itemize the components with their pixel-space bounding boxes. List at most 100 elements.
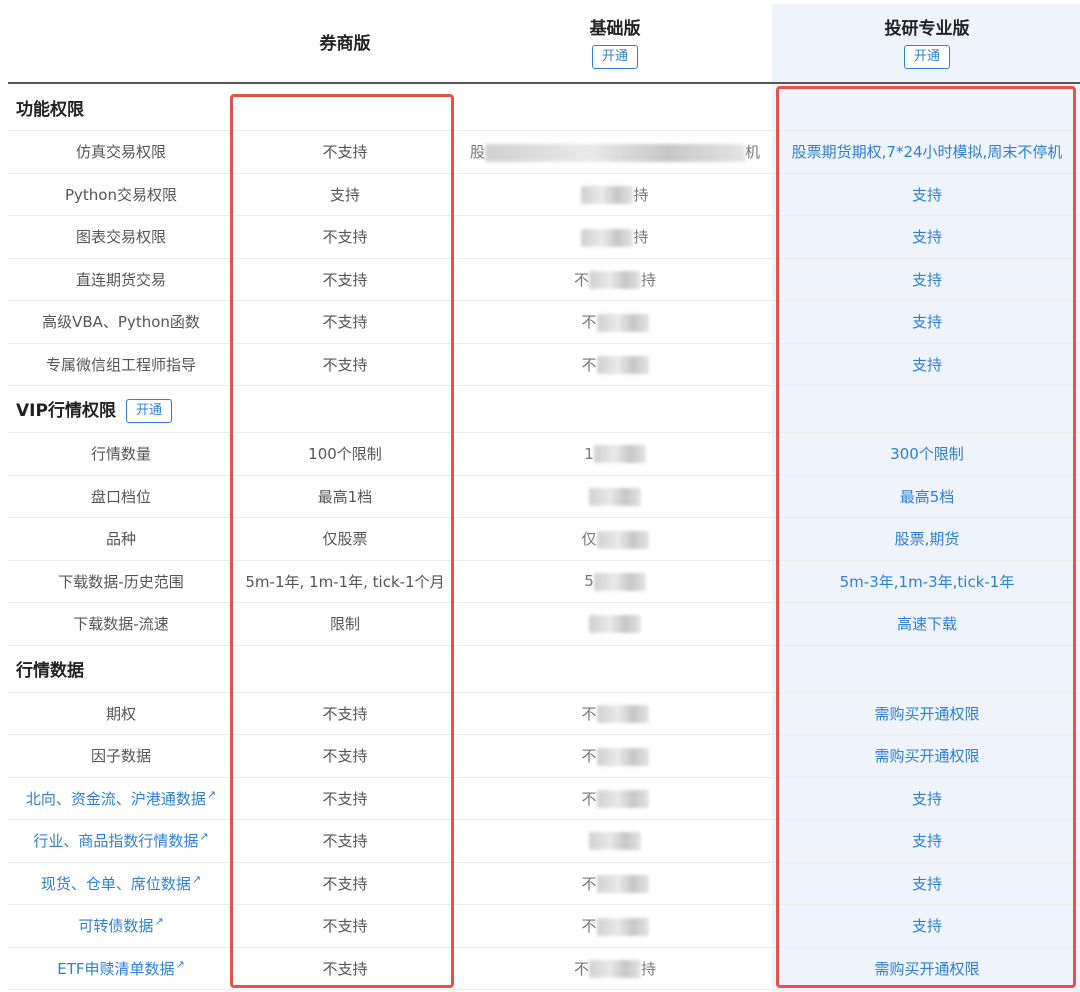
basic-value-blurred: 不 [456, 862, 774, 905]
pro-value: 支持 [774, 819, 1080, 863]
feature-cell: 图表交易权限 [8, 215, 234, 259]
feature-cell[interactable]: ETF申赎清单数据↗ [8, 947, 234, 990]
section-title: 功能权限 [16, 99, 84, 120]
basic-value-head: 不 [581, 355, 597, 374]
feature-label: 专属微信组工程师指导 [45, 355, 196, 374]
broker-value: 不支持 [234, 692, 456, 735]
feature-cell[interactable]: 现货、仓单、席位数据↗ [8, 862, 234, 905]
feature-label: Python交易权限 [65, 185, 177, 204]
header-feature-col [8, 0, 234, 84]
table-row: 北向、资金流、沪港通数据↗ 不支持不支持 [8, 777, 1080, 820]
feature-cell: 直连期货交易 [8, 258, 234, 301]
basic-value-tail: 持 [641, 959, 657, 978]
feature-cell[interactable]: 北向、资金流、沪港通数据↗ [8, 777, 234, 820]
redaction-blur [596, 790, 649, 809]
table-row: 可转债数据↗ 不支持不支持 [8, 904, 1080, 948]
feature-cell: 盘口档位 [8, 475, 234, 518]
redaction-blur [589, 615, 641, 633]
broker-value: 5m-1年, 1m-1年, tick-1个月 [234, 560, 456, 603]
external-link-icon[interactable]: ↗ [192, 873, 201, 886]
pro-open-button[interactable]: 开通 [903, 44, 950, 69]
basic-value-blurred: 不 [456, 777, 774, 820]
table-row: 行业、商品指数行情数据↗ 不支持 支持 [8, 819, 1080, 863]
pro-value: 支持 [774, 258, 1080, 301]
feature-link[interactable]: 可转债数据 [78, 917, 153, 935]
section-row: 功能权限 [8, 83, 1080, 131]
basic-value-head: 仅 [581, 530, 597, 549]
table-row: 图表交易权限 不支持 持 支持 [8, 215, 1080, 259]
pro-value: 5m-3年,1m-3年,tick-1年 [774, 560, 1080, 603]
feature-cell: Python交易权限 [8, 173, 234, 216]
broker-value: 不支持 [234, 862, 456, 905]
table-row: 专属微信组工程师指导 不支持不支持 [8, 343, 1080, 386]
section-title: VIP行情权限 [16, 400, 116, 421]
feature-cell: 高级VBA、Python函数 [8, 300, 234, 344]
table-row: 下载数据-历史范围 5m-1年, 1m-1年, tick-1个月 5 5m-3年,1m… [8, 560, 1080, 603]
pro-value: 支持 [774, 215, 1080, 259]
broker-value: 不支持 [234, 904, 456, 948]
redaction-blur [589, 271, 641, 290]
basic-value-head: 不 [581, 917, 597, 936]
basic-value-head: 不 [573, 270, 589, 289]
pro-value: 高速下载 [774, 602, 1080, 646]
feature-label: 行情数量 [90, 445, 151, 464]
broker-value: 不支持 [234, 215, 456, 259]
basic-value-blurred: 不 [456, 692, 774, 735]
plan-comparison-table: 券商版 基础版 开通 投研专业版 开通 功能权限 仿真交易权限 不支持股机股票期货期… [8, 0, 1080, 990]
table-header: 券商版 基础版 开通 投研专业版 开通 [8, 0, 1080, 84]
external-link-icon[interactable]: ↗ [207, 788, 216, 801]
table-row: 直连期货交易 不支持不持支持 [8, 258, 1080, 301]
basic-value-blurred: 持 [456, 215, 774, 259]
feature-cell: 行情数量 [8, 432, 234, 476]
redaction-blur [593, 445, 646, 463]
feature-label: 期权 [105, 704, 136, 723]
feature-cell: 因子数据 [8, 734, 234, 778]
vip-open-button[interactable]: 开通 [125, 398, 172, 423]
feature-link[interactable]: 现货、仓单、席位数据 [41, 875, 191, 893]
feature-cell: 期权 [8, 692, 234, 735]
feature-link[interactable]: 北向、资金流、沪港通数据 [26, 790, 206, 808]
broker-plan-title: 券商版 [319, 33, 371, 54]
basic-value-blurred: 不持 [456, 947, 774, 990]
redaction-blur [596, 917, 649, 936]
basic-value-blurred [456, 602, 774, 646]
header-broker-col: 券商版 [234, 0, 456, 84]
feature-label: 高级VBA、Python函数 [42, 313, 200, 332]
external-link-icon[interactable]: ↗ [199, 830, 208, 843]
broker-value: 仅股票 [234, 517, 456, 561]
table-body: 功能权限 仿真交易权限 不支持股机股票期货期权,7*24小时模拟,周末不停机 Pyth… [8, 83, 1080, 990]
feature-cell[interactable]: 可转债数据↗ [8, 904, 234, 948]
basic-value-blurred: 不 [456, 904, 774, 948]
section-row: 行情数据 [8, 645, 1080, 693]
basic-value-tail: 持 [633, 228, 649, 247]
basic-value-blurred: 不 [456, 300, 774, 344]
pro-value: 支持 [774, 777, 1080, 820]
pro-value: 需购买开通权限 [774, 947, 1080, 990]
redaction-blur [589, 832, 641, 850]
basic-value-blurred: 1 [456, 432, 774, 476]
table-row: ETF申赎清单数据↗ 不支持不持需购买开通权限 [8, 947, 1080, 990]
external-link-icon[interactable]: ↗ [154, 915, 163, 928]
pro-value: 支持 [774, 862, 1080, 905]
feature-label: 下载数据-历史范围 [58, 572, 184, 591]
redaction-blur [596, 705, 649, 724]
broker-value: 100个限制 [234, 432, 456, 476]
basic-value-head: 不 [573, 959, 589, 978]
feature-link[interactable]: 行业、商品指数行情数据 [33, 832, 198, 850]
redaction-blur [596, 313, 649, 332]
basic-value-tail: 持 [633, 185, 649, 204]
section-cell: 功能权限 [8, 83, 1080, 131]
external-link-icon[interactable]: ↗ [176, 958, 185, 971]
pro-value: 需购买开通权限 [774, 734, 1080, 778]
table-row: 现货、仓单、席位数据↗ 不支持不支持 [8, 862, 1080, 905]
feature-cell: 下载数据-流速 [8, 602, 234, 646]
redaction-blur [485, 143, 745, 162]
basic-value-head: 不 [581, 789, 597, 808]
basic-value-blurred: 持 [456, 173, 774, 216]
pro-value: 需购买开通权限 [774, 692, 1080, 735]
feature-cell[interactable]: 行业、商品指数行情数据↗ [8, 819, 234, 863]
basic-open-button[interactable]: 开通 [591, 44, 638, 69]
feature-link[interactable]: ETF申赎清单数据 [57, 960, 174, 978]
pro-value: 支持 [774, 343, 1080, 386]
broker-value: 不支持 [234, 258, 456, 301]
